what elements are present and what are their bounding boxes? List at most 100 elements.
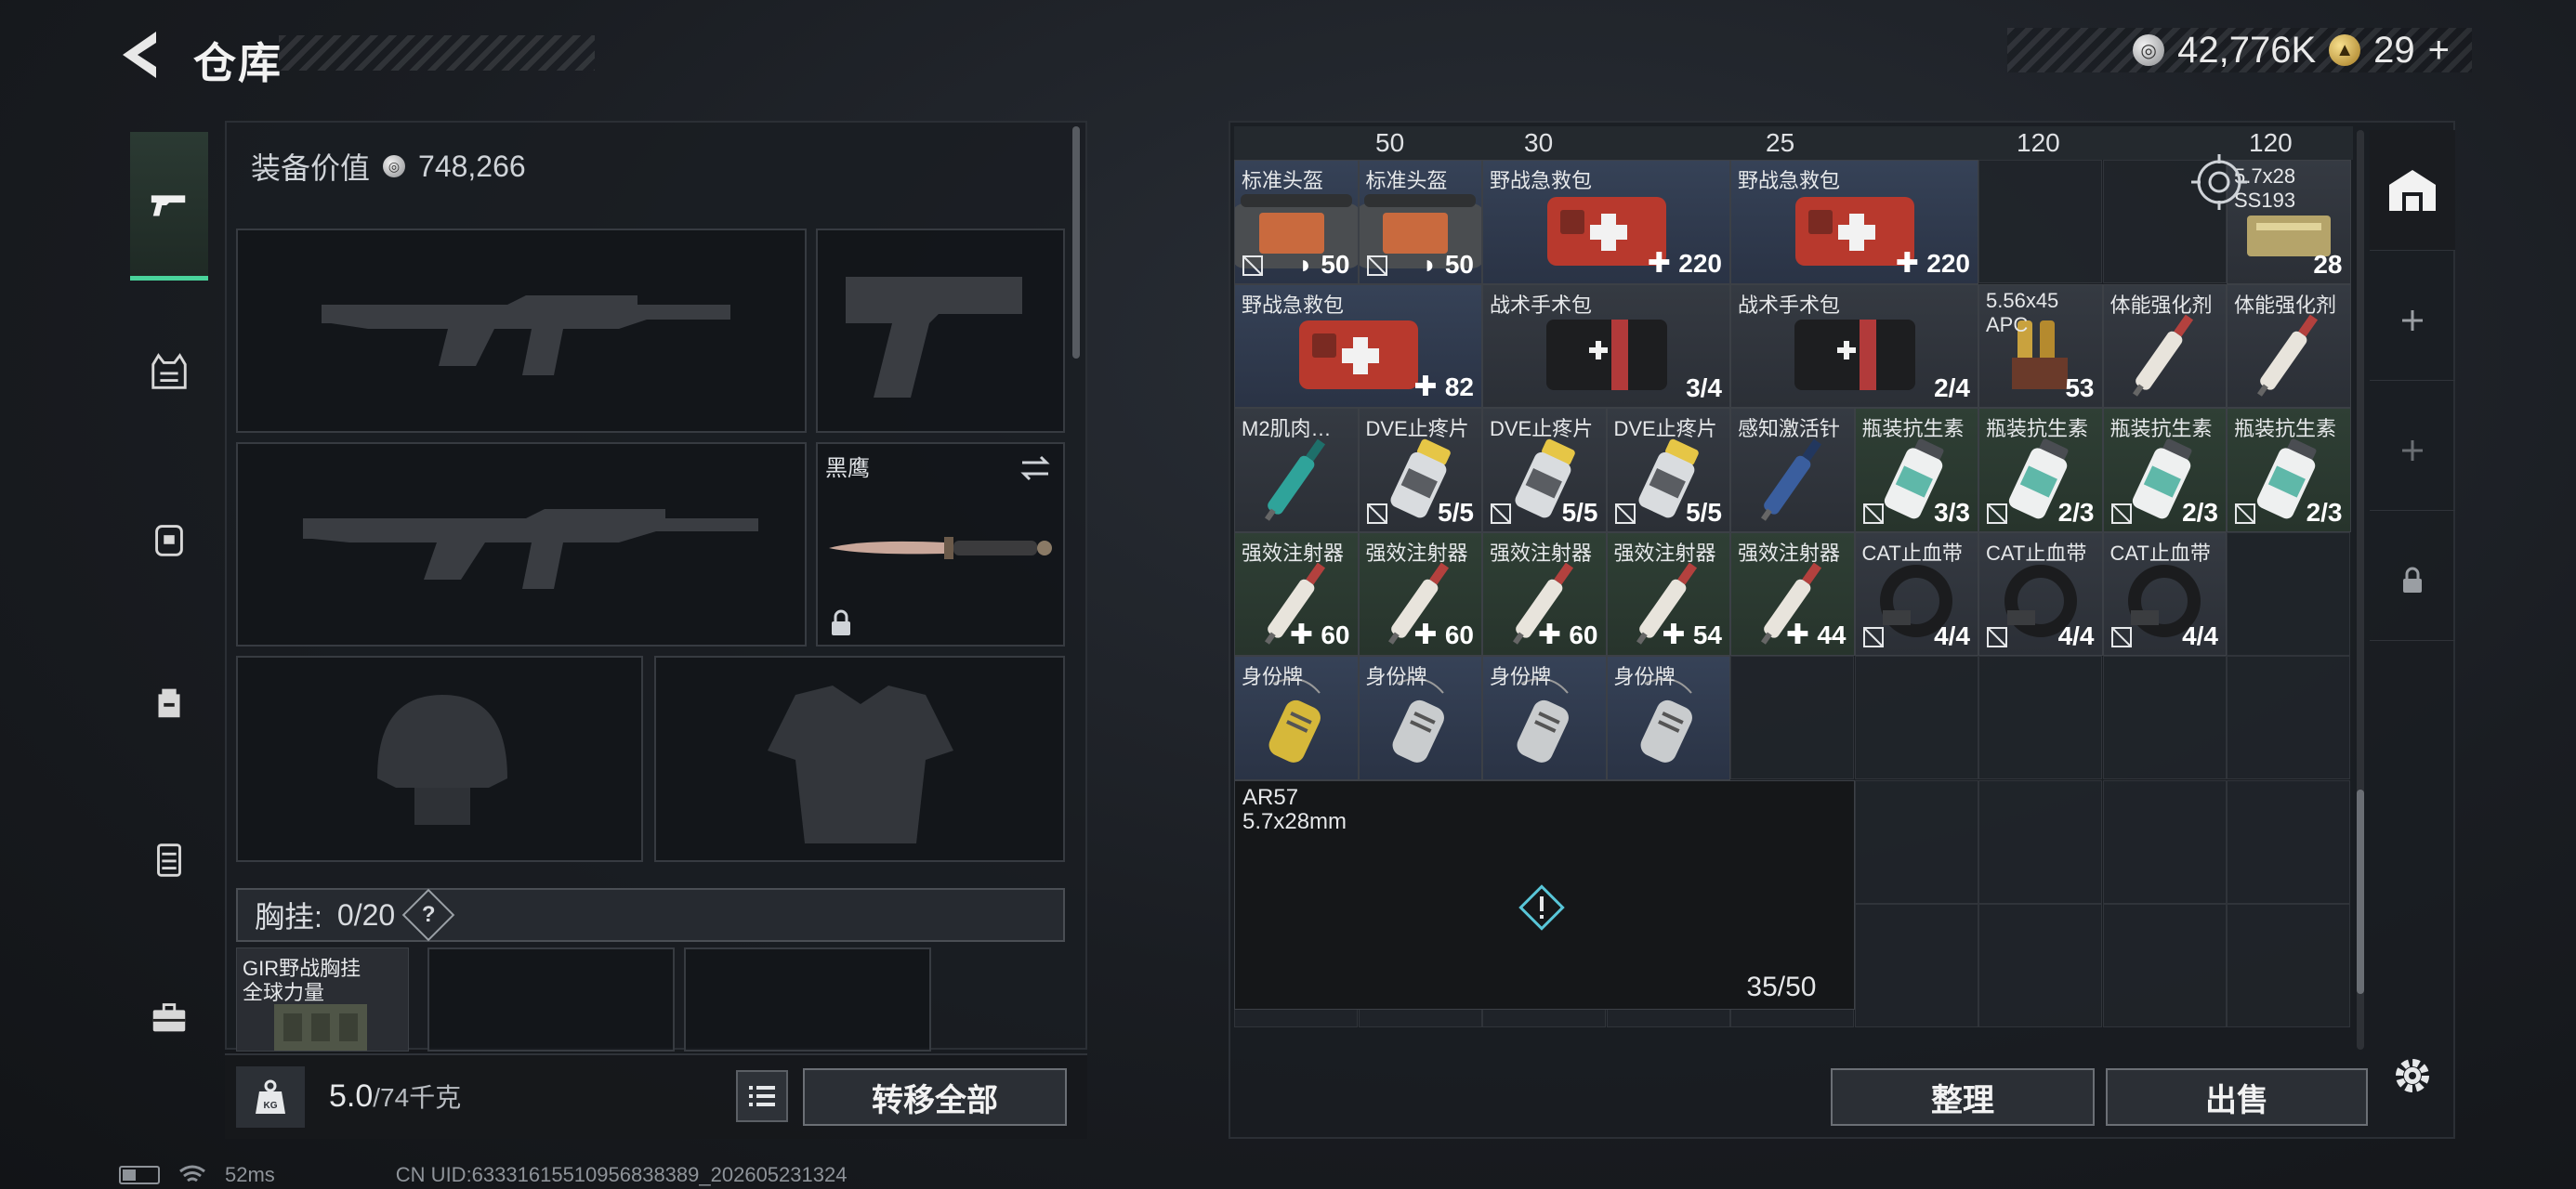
nav-tab-case[interactable]: [130, 785, 208, 934]
chest-rig-item[interactable]: GIR野战胸挂 全球力量: [236, 947, 409, 1052]
surgkit-icon: [1545, 320, 1667, 391]
settings-button[interactable]: [2385, 1048, 2440, 1104]
item-name: CAT止血带: [1861, 541, 1963, 565]
lock-icon: [832, 609, 850, 635]
help-button[interactable]: ?: [401, 888, 455, 942]
status-bar: 52ms CN UID:6333161551095683838​9_202605…: [119, 1161, 847, 1189]
stash-item[interactable]: 野战急救包 ✚ 220: [1482, 160, 1730, 284]
melee-slot[interactable]: 黑鹰: [816, 442, 1065, 647]
item-name: 强效注射器: [1490, 541, 1593, 565]
no-trade-icon: [1242, 255, 1263, 276]
stash-cell[interactable]: [1978, 904, 2102, 1027]
stash-cell[interactable]: [1730, 656, 1854, 779]
stash-item[interactable]: 瓶装抗生素 3/3: [1854, 408, 1978, 532]
add-currency-button[interactable]: +: [2428, 30, 2450, 72]
stash-cell[interactable]: [2227, 531, 2350, 656]
stash-cell[interactable]: [1854, 779, 1978, 904]
stash-item[interactable]: 身份牌: [1606, 656, 1730, 780]
stash-item[interactable]: M2肌肉…: [1234, 408, 1359, 532]
stash-item[interactable]: 野战急救包 ✚ 82: [1234, 283, 1482, 408]
nav-tab-weapons[interactable]: [130, 132, 208, 281]
sell-button[interactable]: 出售: [2106, 1068, 2368, 1126]
rig-slot[interactable]: [427, 947, 675, 1052]
stash-item[interactable]: 身份牌: [1358, 656, 1482, 780]
rig-slot[interactable]: [684, 947, 931, 1052]
stash-item[interactable]: 5.56x45 APC 53: [1978, 283, 2103, 408]
item-name: M2肌肉…: [1242, 417, 1332, 440]
stash-item[interactable]: 瓶装抗生素 2/3: [1978, 408, 2103, 532]
item-quantity: 4/4: [1934, 621, 1970, 651]
stash-item[interactable]: DVE止疼片 5/5: [1606, 408, 1730, 532]
page-title: 仓库: [193, 39, 283, 87]
stash-item[interactable]: 感知激活针: [1730, 408, 1855, 532]
medkit-icon: [1298, 320, 1418, 390]
stash-item[interactable]: 标准头盔 ◗ 50: [1358, 160, 1482, 284]
stash-item[interactable]: 战术手术包 3/4: [1482, 283, 1730, 408]
stash-cell[interactable]: [1978, 779, 2102, 904]
pistol-slot[interactable]: [816, 229, 1065, 433]
weapon-container-item[interactable]: AR57 5.7x28mm 35/50: [1234, 779, 1855, 1010]
secondary-weapon-slot[interactable]: [236, 442, 807, 647]
rail-add-page[interactable]: [2370, 390, 2455, 511]
stash-item[interactable]: 体能强化剂: [2102, 283, 2227, 408]
stash-item[interactable]: 战术手术包 2/4: [1730, 283, 1978, 408]
item-quantity-value: 2/3: [2306, 497, 2343, 527]
stash-item[interactable]: CAT止血带 4/4: [1854, 531, 1978, 656]
item-quantity-value: 5/5: [1686, 497, 1722, 527]
stash-item[interactable]: 身份牌: [1482, 656, 1607, 780]
svg-text:KG: KG: [264, 1101, 278, 1111]
swap-icon[interactable]: [1019, 453, 1052, 483]
nav-tab-vest[interactable]: [130, 297, 208, 446]
sort-button[interactable]: 整理: [1831, 1068, 2095, 1126]
stash-item[interactable]: 强效注射器 ✚ 60: [1482, 531, 1607, 656]
item-quantity: 2/3: [2182, 498, 2218, 528]
stash-item[interactable]: 瓶装抗生素 2/3: [2102, 408, 2227, 532]
no-trade-icon: [2110, 503, 2132, 524]
item-quantity: 5/5: [1438, 498, 1474, 528]
chest-rig-label: 胸挂:: [255, 900, 322, 934]
stash-item[interactable]: CAT止血带 4/4: [2102, 531, 2227, 656]
stash-item[interactable]: CAT止血带 4/4: [1978, 531, 2103, 656]
nav-tab-backpack[interactable]: [130, 627, 208, 776]
item-name: 标准头盔: [1242, 169, 1324, 192]
rail-locked-page[interactable]: [2370, 520, 2455, 641]
stash-item[interactable]: 标准头盔 ◗ 50: [1234, 160, 1359, 284]
stash-cell[interactable]: [2102, 779, 2227, 904]
item-name: DVE止疼片: [1365, 417, 1469, 440]
stash-cell[interactable]: [2227, 779, 2350, 904]
nav-tab-toolbox[interactable]: [130, 943, 208, 1091]
stash-scrollbar-thumb[interactable]: [2357, 790, 2364, 994]
primary-weapon-slot[interactable]: [236, 229, 807, 433]
stash-item[interactable]: 野战急救包 ✚ 220: [1730, 160, 1978, 284]
stash-item[interactable]: DVE止疼片 5/5: [1482, 408, 1607, 532]
equipment-scrollbar[interactable]: [1072, 126, 1080, 359]
list-view-button[interactable]: [736, 1070, 788, 1122]
stash-item[interactable]: 强效注射器 ✚ 60: [1358, 531, 1482, 656]
stash-cell[interactable]: [2102, 656, 2227, 779]
rail-stash-page[interactable]: [2370, 130, 2455, 251]
helmet-slot[interactable]: [236, 656, 643, 862]
nav-tab-armor[interactable]: [130, 464, 208, 613]
rail-add-page[interactable]: [2370, 260, 2455, 381]
stash-item[interactable]: 体能强化剂: [2227, 283, 2351, 408]
stash-cell[interactable]: [2227, 656, 2350, 779]
stash-item[interactable]: DVE止疼片 5/5: [1358, 408, 1482, 532]
stash-cell[interactable]: [1978, 160, 2102, 283]
stash-item[interactable]: 强效注射器 ✚ 44: [1730, 531, 1855, 656]
heal-plus-icon: ✚: [1413, 372, 1445, 402]
stash-item[interactable]: 身份牌: [1234, 656, 1359, 780]
stash-cell[interactable]: [1854, 656, 1978, 779]
helmet-silhouette-icon: [377, 695, 507, 825]
stash-cell[interactable]: [1978, 656, 2102, 779]
stash-cell[interactable]: [1854, 904, 1978, 1027]
stash-cell[interactable]: [2227, 904, 2350, 1027]
body-armor-slot[interactable]: [654, 656, 1065, 862]
armor-pack-icon: [155, 525, 183, 556]
stash-item[interactable]: 瓶装抗生素 2/3: [2227, 408, 2351, 532]
stash-item[interactable]: 强效注射器 ✚ 54: [1606, 531, 1730, 656]
gold-coin-icon: ▲: [2329, 34, 2361, 66]
back-button[interactable]: [119, 28, 162, 82]
transfer-all-button[interactable]: 转移全部: [803, 1068, 1067, 1126]
stash-item[interactable]: 强效注射器 ✚ 60: [1234, 531, 1359, 656]
stash-cell[interactable]: [2102, 904, 2227, 1027]
